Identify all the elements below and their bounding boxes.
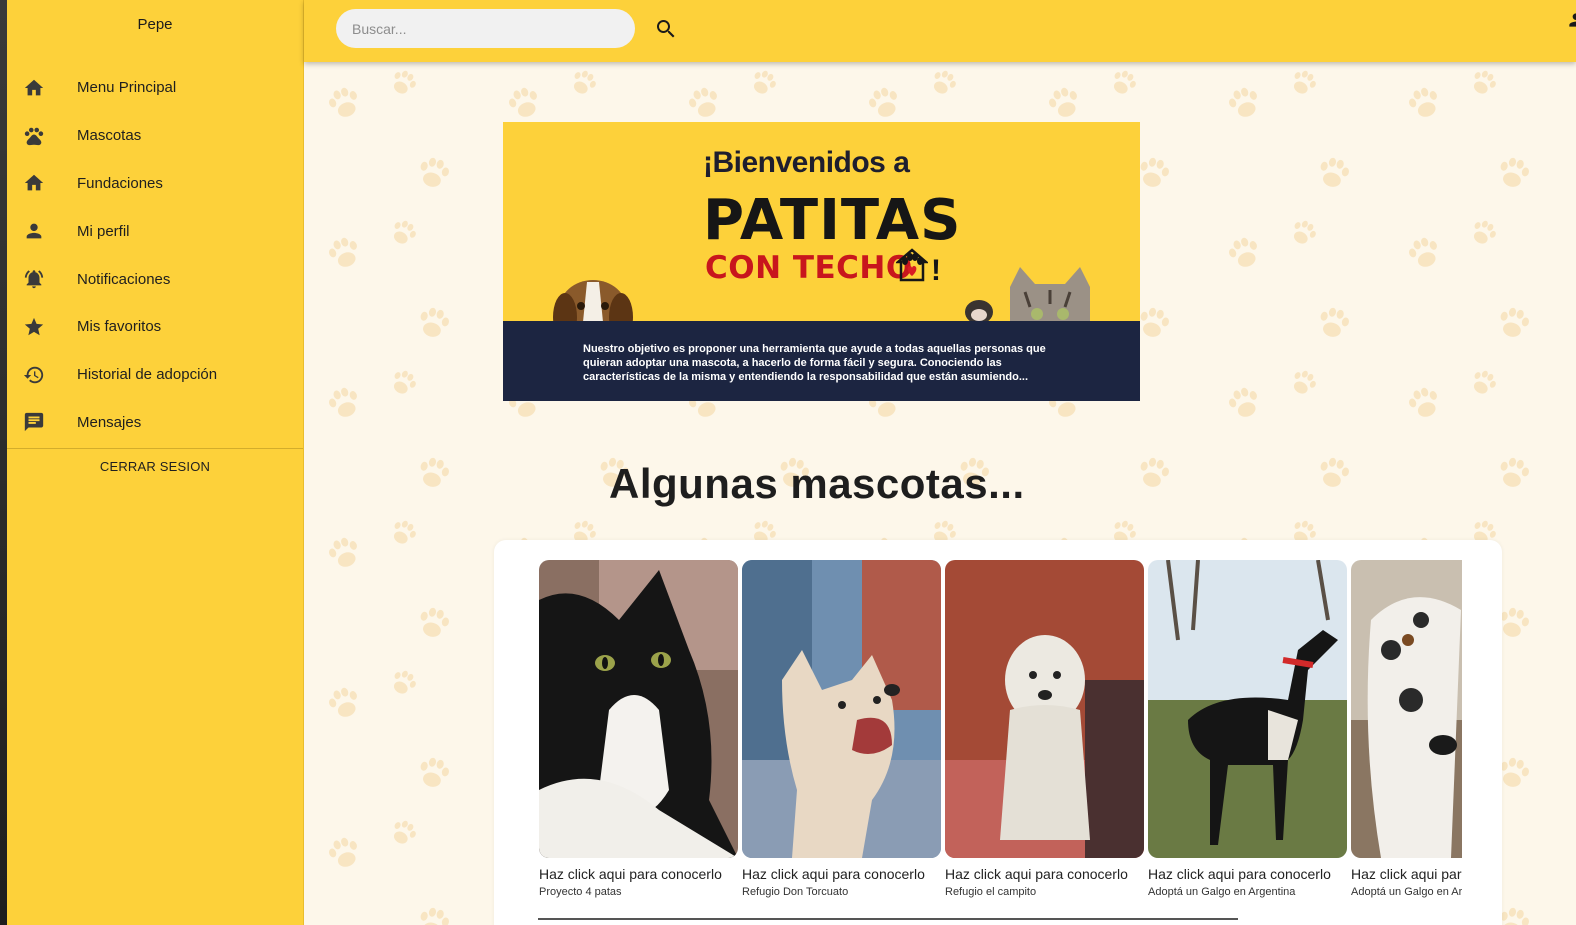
pet-card[interactable]: Haz click aqui para conocerlo Refugio el… (945, 560, 1144, 898)
star-icon (23, 316, 45, 338)
brand-subtitle: CON TECHO (705, 250, 913, 286)
pet-card[interactable]: Haz click aqui para conocerlo Proyecto 4… (539, 560, 738, 898)
pet-card-source: Refugio el campito (945, 886, 1037, 898)
search-icon[interactable] (654, 17, 678, 41)
main-content: ¡Bienvenidos a PATITAS CON TECHO ! Nuest… (304, 62, 1576, 925)
house-paw-logo-icon (896, 248, 928, 282)
pet-card-title: Haz click aqui para conocerlo (945, 866, 1128, 882)
pet-card-source: Proyecto 4 patas (539, 886, 622, 898)
pet-card[interactable]: Haz click aqui para conocerlo Adoptá un … (1148, 560, 1347, 898)
pet-photo-spotted-greyhound (1351, 560, 1462, 858)
sidebar-item-label: Mensajes (77, 413, 142, 431)
sidebar-item-mis-favoritos[interactable]: Mis favoritos (7, 303, 303, 351)
pet-card-title: Haz click aqui para conocerlo (1351, 866, 1462, 882)
beagle-illustration (553, 280, 633, 322)
sidebar-item-fundaciones[interactable]: Fundaciones (7, 160, 303, 208)
sidebar-item-label: Mi perfil (77, 222, 130, 240)
brand-title: PATITAS (703, 188, 962, 253)
pet-photo-black-greyhound (1148, 560, 1347, 858)
profile-icon[interactable] (1566, 10, 1576, 50)
sidebar-item-historial[interactable]: Historial de adopción (7, 351, 303, 399)
bell-ringing-icon (23, 268, 45, 290)
history-icon (23, 364, 45, 386)
pets-carousel[interactable]: Haz click aqui para conocerlo Proyecto 4… (539, 560, 1462, 905)
sidebar-divider (7, 448, 303, 449)
pet-card-title: Haz click aqui para conocerlo (742, 866, 925, 882)
sidebar-item-mascotas[interactable]: Mascotas (7, 112, 303, 160)
sidebar-item-mi-perfil[interactable]: Mi perfil (7, 207, 303, 255)
pet-photo-cream-dog (742, 560, 941, 858)
pet-photo-white-fluffy-dog (945, 560, 1144, 858)
person-icon (23, 220, 45, 242)
paw-icon (23, 125, 45, 147)
pet-card[interactable]: Haz click aqui para conocerlo Adoptá un … (1351, 560, 1462, 898)
brand-exclamation: ! (931, 254, 941, 287)
home-icon (23, 77, 45, 99)
carousel-scrollbar[interactable] (538, 918, 1238, 920)
sidebar-item-label: Menu Principal (77, 79, 177, 97)
pets-section-title: Algunas mascotas... (609, 460, 1025, 507)
sidebar-item-label: Historial de adopción (77, 366, 218, 384)
home-icon (23, 172, 45, 194)
pet-card-source: Adoptá un Galgo en Argentina (1351, 886, 1462, 898)
banner-welcome-text: ¡Bienvenidos a (703, 146, 910, 179)
sidebar-item-menu-principal[interactable]: Menu Principal (7, 64, 303, 112)
sidebar-item-label: Fundaciones (77, 174, 163, 192)
sidebar-item-label: Mascotas (77, 127, 142, 145)
pet-card-source: Refugio Don Torcuato (742, 886, 849, 898)
sidebar: Pepe Menu Principal Mascotas Fundaciones… (7, 0, 304, 925)
sidebar-nav: Menu Principal Mascotas Fundaciones Mi p… (7, 64, 303, 446)
sidebar-item-label: Notificaciones (77, 270, 171, 288)
sidebar-item-label: Mis favoritos (77, 318, 162, 336)
banner-description: Nuestro objetivo es proponer una herrami… (503, 321, 1140, 401)
top-bar (304, 0, 1576, 62)
pet-card-title: Haz click aqui para conocerlo (539, 866, 722, 882)
welcome-banner: ¡Bienvenidos a PATITAS CON TECHO ! Nuest… (503, 122, 1140, 401)
message-icon (23, 411, 45, 433)
pets-carousel-panel: Haz click aqui para conocerlo Proyecto 4… (494, 540, 1502, 925)
pet-card-source: Adoptá un Galgo en Argentina (1148, 886, 1296, 898)
pet-photo-black-white-cat (539, 560, 738, 858)
pet-card-title: Haz click aqui para conocerlo (1148, 866, 1331, 882)
search-input[interactable] (336, 9, 635, 48)
pet-card[interactable]: Haz click aqui para conocerlo Refugio Do… (742, 560, 941, 898)
tabby-cat-illustration (965, 267, 1090, 322)
logout-button[interactable]: CERRAR SESION (7, 459, 303, 474)
user-name: Pepe (137, 16, 173, 33)
window-edge (0, 0, 7, 925)
sidebar-item-mensajes[interactable]: Mensajes (7, 399, 303, 447)
sidebar-item-notificaciones[interactable]: Notificaciones (7, 255, 303, 303)
